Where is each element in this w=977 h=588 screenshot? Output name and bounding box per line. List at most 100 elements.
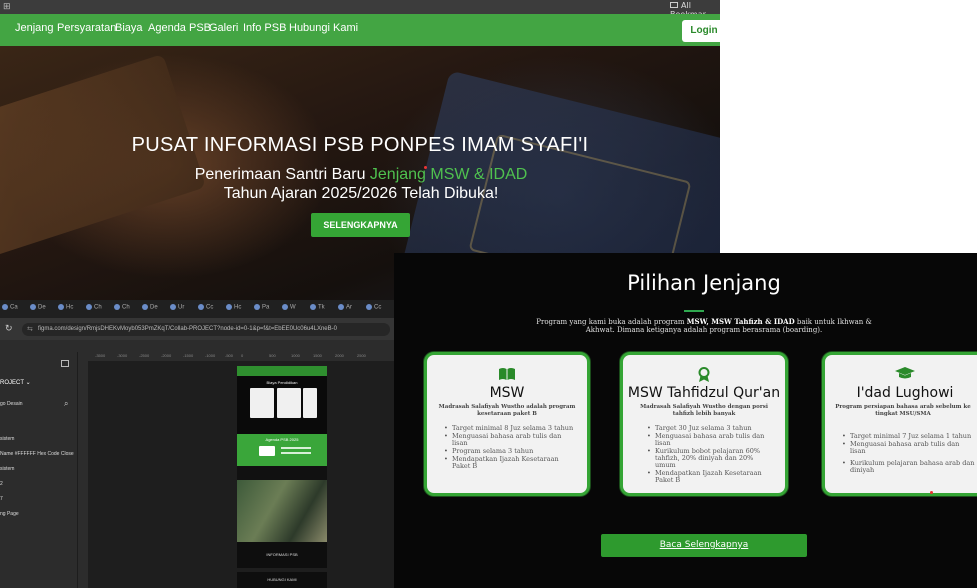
nav-persyaratan[interactable]: Persyaratan — [57, 22, 116, 34]
nav-info-psb[interactable]: Info PSB — [243, 22, 286, 34]
frame-biaya-section[interactable]: Biaya Pendidikan — [237, 376, 327, 434]
nav-galeri[interactable]: Galeri — [209, 22, 238, 34]
tab-label: Ch — [122, 304, 130, 311]
frame-navbar[interactable] — [237, 366, 327, 376]
browser-tab[interactable]: Tk — [310, 304, 325, 311]
frame-agenda-section[interactable]: Agenda PSB 2025 — [237, 434, 327, 466]
cursor-dot — [424, 166, 427, 169]
browser-tab[interactable]: Hc — [226, 304, 241, 311]
layer-item[interactable]: 7 — [0, 496, 3, 502]
tab-favicon-icon — [310, 304, 316, 310]
tab-label: Ca — [10, 304, 18, 311]
list-item: Menguasai bahasa arab tulis dan lisan — [842, 441, 975, 455]
panel-toggle-icon[interactable] — [61, 360, 69, 367]
ruler-vertical — [79, 352, 88, 588]
ruler-label: 500 — [269, 353, 276, 358]
site-info-icon[interactable]: ⇆ — [27, 323, 33, 336]
frame-info-section[interactable]: INFORMASI PSB — [237, 542, 327, 568]
tab-label: Hc — [66, 304, 74, 311]
browser-tab[interactable]: Ur — [170, 304, 184, 311]
frame-text-line — [281, 452, 311, 454]
cursor-dot — [930, 491, 933, 494]
browser-tab[interactable]: Pa — [254, 304, 269, 311]
card-feature-list: Target 30 Juz selama 3 tahun Menguasai b… — [647, 425, 775, 485]
nav-jenjang[interactable]: Jenjang — [15, 22, 54, 34]
layer-item[interactable]: sistem — [0, 436, 14, 442]
list-item: Kurikulum bobot pelajaran 60% tahfizh, 2… — [647, 448, 775, 469]
browser-tab[interactable]: De — [142, 304, 158, 311]
screen: ⊞ All Bookmar Jenjang Persyaratan Biaya … — [0, 0, 977, 588]
card-msw[interactable]: MSW Madrasah Salafiyah Wustho adalah pro… — [424, 352, 590, 496]
main-navbar: Jenjang Persyaratan Biaya Agenda PSB Gal… — [0, 14, 720, 46]
frame-card — [277, 388, 301, 418]
layer-item[interactable]: Name #FFFFFF Hex Code Close — [0, 451, 74, 457]
apps-grid-icon[interactable]: ⊞ — [3, 1, 11, 12]
nav-agenda-psb[interactable]: Agenda PSB — [148, 22, 211, 34]
selengkapnya-button[interactable]: SELENGKAPNYA — [311, 213, 410, 237]
browser-tab[interactable]: Cc — [198, 304, 213, 311]
page-search-label[interactable]: go Desain — [0, 401, 23, 407]
browser-tab[interactable]: De — [30, 304, 46, 311]
layers-panel: ROJECT ⌄ go Desain ⌕ sistem Name #FFFFFF… — [0, 352, 78, 588]
layer-item[interactable]: ng Page — [0, 511, 19, 517]
card-title: MSW — [489, 385, 525, 401]
ruler-label: -2500 — [139, 353, 150, 358]
hero-subtitle-line2: Tahun Ajaran 2025/2026 Telah Dibuka! — [223, 185, 499, 202]
nav-biaya[interactable]: Biaya — [115, 22, 143, 34]
browser-tab[interactable]: Cc — [366, 304, 381, 311]
tab-label: Cc — [206, 304, 214, 311]
project-name[interactable]: ROJECT ⌄ — [0, 379, 31, 386]
browser-tab[interactable]: Ch — [86, 304, 102, 311]
chevron-down-icon: ⌄ — [25, 380, 31, 386]
frame-section-title: Biaya Pendidikan — [266, 380, 298, 385]
frame-contact-section[interactable]: HUBUNGI KAMI — [237, 572, 327, 588]
tab-label: De — [150, 304, 158, 311]
ruler-label: 2000 — [335, 353, 344, 358]
ruler-label: 0 — [241, 353, 244, 358]
frame-section-title: INFORMASI PSB — [266, 552, 298, 557]
section-description: Program yang kami buka adalah program MS… — [534, 318, 874, 335]
list-item: Target minimal 8 Juz selama 3 tahun — [444, 425, 577, 433]
browser-tab[interactable]: W — [282, 304, 296, 311]
baca-selengkapnya-button[interactable]: Baca Selengkapnya — [601, 534, 807, 557]
tab-favicon-icon — [2, 304, 8, 310]
ruler-label: 2500 — [357, 353, 366, 358]
layer-item[interactable]: sistem — [0, 466, 14, 472]
frame-card — [303, 388, 317, 418]
frame-section-title: Agenda PSB 2025 — [265, 437, 299, 442]
browser-tab[interactable]: Hc — [58, 304, 73, 311]
login-button[interactable]: Login — [682, 20, 720, 42]
card-msw-tahfidz[interactable]: MSW Tahfidzul Qur'an Madrasah Salafiyah … — [620, 352, 788, 496]
card-subtitle: Madrasah Salafiyah Wustho dengan porsi t… — [640, 404, 768, 417]
list-item: Target 30 Juz selama 3 tahun — [647, 425, 775, 433]
browser-address-bar: ↻ ⇆ figma.com/design/RmjsDHEKvMoyb053PmZ… — [0, 318, 395, 340]
ruler-label: -500 — [225, 353, 234, 358]
desc-prefix: Program yang kami buka adalah program — [536, 318, 687, 326]
browser-tab[interactable]: Ca — [2, 304, 18, 311]
nav-hubungi-kami[interactable]: Hubungi Kami — [289, 22, 358, 34]
browser-tab[interactable]: Ch — [114, 304, 130, 311]
tab-label: Ur — [178, 304, 185, 311]
list-item: Program selama 3 tahun — [444, 448, 577, 456]
frame-gallery-section[interactable] — [237, 480, 327, 542]
folder-icon — [670, 2, 678, 8]
hero-subtitle-highlight: Jenjang MSW & IDAD — [369, 166, 528, 183]
layer-item[interactable]: 2 — [0, 481, 3, 487]
tab-favicon-icon — [366, 304, 372, 310]
tab-favicon-icon — [338, 304, 344, 310]
browser-tab[interactable]: Ar — [338, 304, 352, 311]
tab-favicon-icon — [254, 304, 260, 310]
frame-spacer — [237, 466, 327, 480]
ruler-label: -3500 — [95, 353, 106, 358]
tab-label: Hc — [234, 304, 242, 311]
reload-icon[interactable]: ↻ — [5, 323, 13, 334]
card-idad-lughowi[interactable]: I'dad Lughowi Program persiapan bahasa a… — [822, 352, 977, 496]
tab-favicon-icon — [198, 304, 204, 310]
card-feature-list: Target minimal 7 Juz selama 1 tahun Meng… — [842, 433, 975, 475]
url-field[interactable]: ⇆ figma.com/design/RmjsDHEKvMoyb053PmZKq… — [22, 323, 390, 336]
frame-card — [250, 388, 274, 418]
card-feature-list: Target minimal 8 Juz selama 3 tahun Meng… — [444, 425, 577, 471]
award-icon — [623, 367, 785, 386]
ruler-label: 1000 — [291, 353, 300, 358]
search-icon[interactable]: ⌕ — [64, 399, 68, 409]
